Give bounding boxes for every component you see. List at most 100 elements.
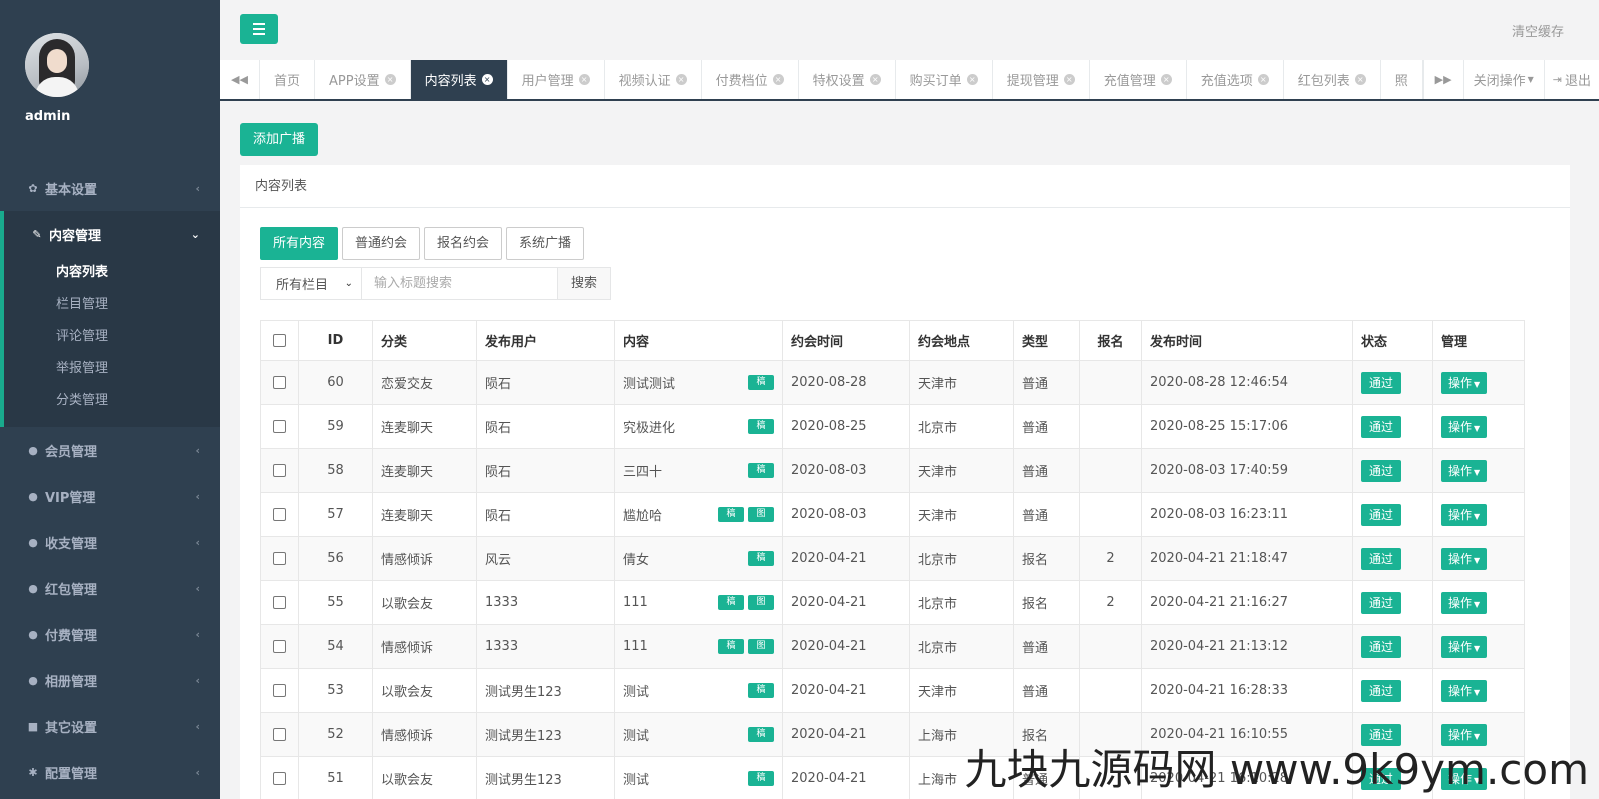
tab-item[interactable]: 内容列表 × xyxy=(410,60,508,99)
sidebar-subitem[interactable]: 举报管理 xyxy=(4,353,220,385)
tab-item[interactable]: 充值管理 × xyxy=(1090,60,1187,99)
row-checkbox[interactable] xyxy=(273,684,286,697)
cell-user: 1333 xyxy=(476,580,615,625)
tab-item[interactable]: 提现管理 × xyxy=(993,60,1090,99)
filter-button[interactable]: 所有内容 xyxy=(260,227,339,260)
filter-button[interactable]: 普通约会 xyxy=(342,227,421,260)
filter-button[interactable]: 系统广播 xyxy=(506,227,585,260)
sidebar-item[interactable]: ● 会员管理 ‹ xyxy=(0,427,220,473)
chevron-down-icon: ⌄ xyxy=(344,278,353,289)
operation-dropdown-button[interactable]: 操作 ▼ xyxy=(1441,547,1488,570)
tab-item[interactable]: 用户管理 × xyxy=(508,60,605,99)
sidebar-subitem[interactable]: 分类管理 xyxy=(4,385,220,417)
tab-item[interactable]: 照 xyxy=(1381,60,1423,99)
draft-tag[interactable]: 稿 xyxy=(748,771,774,786)
sidebar-subitem[interactable]: 栏目管理 xyxy=(4,289,220,321)
status-button[interactable]: 通过 xyxy=(1361,415,1402,438)
username[interactable]: admin xyxy=(25,109,220,124)
draft-tag[interactable]: 稿 xyxy=(748,727,774,742)
logout-button[interactable]: ⇥ 退出 xyxy=(1543,60,1599,99)
close-icon[interactable]: × xyxy=(384,74,396,85)
cell-category: 情感倾诉 xyxy=(372,712,477,757)
tab-item[interactable]: 红包列表 × xyxy=(1284,60,1381,99)
sidebar-subitem[interactable]: 评论管理 xyxy=(4,321,220,353)
row-checkbox[interactable] xyxy=(273,376,286,389)
operation-dropdown-button[interactable]: 操作 ▼ xyxy=(1441,591,1488,614)
cell-date: 2020-04-21 xyxy=(782,712,910,757)
status-button[interactable]: 通过 xyxy=(1361,635,1402,658)
draft-tag[interactable]: 稿 xyxy=(718,595,744,610)
draft-tag[interactable]: 稿 xyxy=(748,551,774,566)
close-icon[interactable]: × xyxy=(1160,74,1172,85)
sidebar-subitem[interactable]: 内容列表 xyxy=(4,257,220,289)
row-checkbox[interactable] xyxy=(273,772,286,785)
row-checkbox[interactable] xyxy=(273,420,286,433)
draft-tag[interactable]: 稿 xyxy=(748,683,774,698)
close-operations-dropdown[interactable]: 关闭操作 ▼ xyxy=(1462,60,1544,99)
tab-item[interactable]: 视频认证 × xyxy=(605,60,702,99)
draft-tag[interactable]: 稿 xyxy=(718,639,744,654)
tab-item[interactable]: 付费档位 × xyxy=(702,60,799,99)
sidebar-item[interactable]: ● 收支管理 ‹ xyxy=(0,519,220,565)
sidebar-item[interactable]: ● 相册管理 ‹ xyxy=(0,657,220,703)
row-checkbox[interactable] xyxy=(273,464,286,477)
draft-tag[interactable]: 稿 xyxy=(748,375,774,390)
close-icon[interactable]: × xyxy=(1354,74,1366,85)
close-icon[interactable]: × xyxy=(966,74,978,85)
close-icon[interactable]: × xyxy=(578,74,590,85)
status-button[interactable]: 通过 xyxy=(1361,459,1402,482)
sidebar-item[interactable]: ● VIP管理 ‹ xyxy=(0,473,220,519)
search-button[interactable]: 搜索 xyxy=(558,267,611,300)
close-icon[interactable]: × xyxy=(675,74,687,85)
sidebar-item[interactable]: ● 红包管理 ‹ xyxy=(0,565,220,611)
close-icon[interactable]: × xyxy=(481,74,493,85)
sidebar-item[interactable]: ● 付费管理 ‹ xyxy=(0,611,220,657)
menu-toggle-button[interactable] xyxy=(240,14,278,44)
status-button[interactable]: 通过 xyxy=(1361,591,1402,614)
status-button[interactable]: 通过 xyxy=(1361,503,1402,526)
tabs-scroll-left-button[interactable]: ◀◀ xyxy=(220,60,260,99)
draft-tag[interactable]: 稿 xyxy=(748,463,774,478)
operation-dropdown-button[interactable]: 操作 ▼ xyxy=(1441,635,1488,658)
close-icon[interactable]: × xyxy=(869,74,881,85)
search-input[interactable] xyxy=(362,267,558,300)
tab-item[interactable]: 购买订单 × xyxy=(896,60,993,99)
sidebar-item[interactable]: ✎ 内容管理 ⌄ xyxy=(4,211,220,257)
row-checkbox[interactable] xyxy=(273,640,286,653)
row-checkbox[interactable] xyxy=(273,552,286,565)
close-icon[interactable]: × xyxy=(1257,74,1269,85)
add-broadcast-button[interactable]: 添加广播 xyxy=(240,123,319,156)
operation-dropdown-button[interactable]: 操作 ▼ xyxy=(1441,415,1488,438)
filter-button[interactable]: 报名约会 xyxy=(424,227,503,260)
sidebar-item[interactable]: ✿ 基本设置 ‹ xyxy=(0,165,220,211)
tab-item[interactable]: 充值选项 × xyxy=(1187,60,1284,99)
clear-cache-link[interactable]: 清空缓存 xyxy=(1512,21,1564,40)
select-all-checkbox[interactable] xyxy=(273,334,286,347)
image-tag[interactable]: 图 xyxy=(748,639,774,654)
image-tag[interactable]: 图 xyxy=(748,507,774,522)
tabs-scroll-right-button[interactable]: ▶▶ xyxy=(1422,60,1463,99)
draft-tag[interactable]: 稿 xyxy=(718,507,744,522)
tab-item[interactable]: 特权设置 × xyxy=(799,60,896,99)
operation-dropdown-button[interactable]: 操作 ▼ xyxy=(1441,503,1488,526)
status-button[interactable]: 通过 xyxy=(1361,547,1402,570)
tab-item[interactable]: 首页 xyxy=(260,60,316,99)
tab-item[interactable]: APP设置 × xyxy=(315,60,411,99)
operation-dropdown-button[interactable]: 操作 ▼ xyxy=(1441,679,1488,702)
status-button[interactable]: 通过 xyxy=(1361,371,1402,394)
close-icon[interactable]: × xyxy=(772,74,784,85)
operation-dropdown-button[interactable]: 操作 ▼ xyxy=(1441,459,1488,482)
row-checkbox[interactable] xyxy=(273,596,286,609)
category-select[interactable]: 所有栏目 ⌄ xyxy=(260,267,362,300)
sidebar-item[interactable]: ✱ 配置管理 ‹ xyxy=(0,749,220,795)
row-checkbox[interactable] xyxy=(273,508,286,521)
status-button[interactable]: 通过 xyxy=(1361,679,1402,702)
close-icon[interactable]: × xyxy=(1063,74,1075,85)
sidebar-item[interactable]: ■ 其它设置 ‹ xyxy=(0,703,220,749)
row-checkbox[interactable] xyxy=(273,728,286,741)
draft-tag[interactable]: 稿 xyxy=(748,419,774,434)
operation-dropdown-button[interactable]: 操作 ▼ xyxy=(1441,371,1488,394)
image-tag[interactable]: 图 xyxy=(748,595,774,610)
avatar[interactable] xyxy=(25,33,89,97)
user-icon: ● xyxy=(28,627,38,641)
